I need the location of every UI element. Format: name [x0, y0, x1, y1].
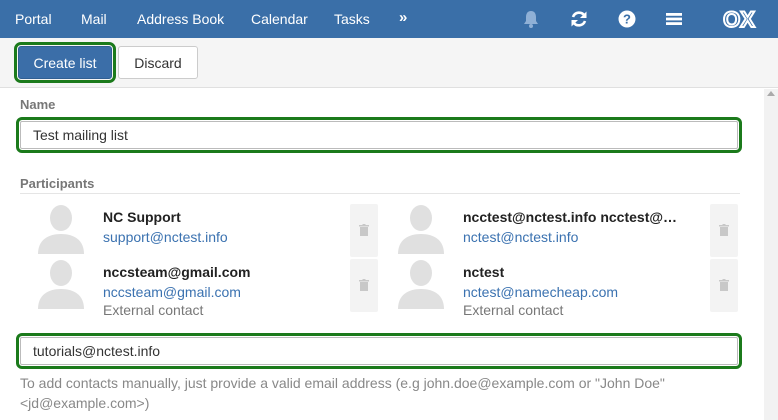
nav-address-book[interactable]: Address Book	[137, 11, 224, 27]
remove-participant-button[interactable]	[710, 204, 738, 257]
participants-divider	[20, 193, 740, 194]
trash-icon	[719, 279, 729, 291]
discard-button[interactable]: Discard	[118, 46, 198, 79]
bell-icon[interactable]	[521, 9, 541, 29]
ox-logo: OX	[722, 8, 756, 30]
help-text: To add contacts manually, just provide a…	[20, 375, 665, 411]
participant-name: nccsteam@gmail.com	[103, 264, 251, 280]
trash-icon	[359, 279, 369, 291]
participant-card: ncctest@nctest.info ncctest@ncte... ncte…	[380, 204, 738, 257]
person-avatar-icon	[398, 205, 444, 254]
participants-label: Participants	[20, 176, 95, 191]
trash-icon	[719, 224, 729, 236]
remove-participant-button[interactable]	[710, 259, 738, 312]
scrollbar[interactable]	[764, 89, 778, 420]
person-avatar-icon	[38, 205, 84, 254]
participant-name: nctest	[463, 264, 505, 280]
participant-email[interactable]: nccsteam@gmail.com	[103, 284, 241, 300]
svg-text:?: ?	[623, 12, 631, 27]
toolbar: Create list Discard	[0, 38, 778, 88]
nav-tasks[interactable]: Tasks	[334, 11, 370, 27]
participant-email[interactable]: nctest@nctest.info	[463, 229, 578, 245]
scroll-up-arrow-icon[interactable]	[767, 91, 775, 96]
refresh-icon[interactable]	[569, 9, 589, 29]
list-name-input[interactable]	[16, 117, 742, 153]
participant-card: nctest nctest@namecheap.com External con…	[380, 259, 738, 318]
nav-mail[interactable]: Mail	[81, 11, 107, 27]
add-participant-input[interactable]	[16, 333, 742, 369]
top-navigation-bar: Portal Mail Address Book Calendar Tasks …	[0, 0, 778, 38]
participant-name: NC Support	[103, 209, 181, 225]
remove-participant-button[interactable]	[350, 204, 378, 257]
nav-more-button[interactable]: »	[399, 9, 407, 26]
hamburger-menu-icon[interactable]	[664, 9, 684, 29]
nav-portal[interactable]: Portal	[15, 11, 52, 27]
trash-icon	[359, 224, 369, 236]
participant-email[interactable]: nctest@namecheap.com	[463, 284, 618, 300]
participant-card: nccsteam@gmail.com nccsteam@gmail.com Ex…	[20, 259, 378, 318]
external-contact-note: External contact	[463, 302, 564, 318]
participant-card: NC Support support@nctest.info	[20, 204, 378, 257]
person-avatar-icon	[398, 260, 444, 309]
external-contact-note: External contact	[103, 302, 204, 318]
svg-text:OX: OX	[723, 8, 755, 30]
participant-name: ncctest@nctest.info ncctest@ncte...	[463, 209, 678, 225]
create-list-button[interactable]: Create list	[14, 42, 116, 83]
nav-calendar[interactable]: Calendar	[251, 11, 308, 27]
person-avatar-icon	[38, 260, 84, 309]
participant-email[interactable]: support@nctest.info	[103, 229, 228, 245]
help-icon[interactable]: ?	[617, 9, 637, 29]
name-label: Name	[20, 97, 56, 112]
remove-participant-button[interactable]	[350, 259, 378, 312]
